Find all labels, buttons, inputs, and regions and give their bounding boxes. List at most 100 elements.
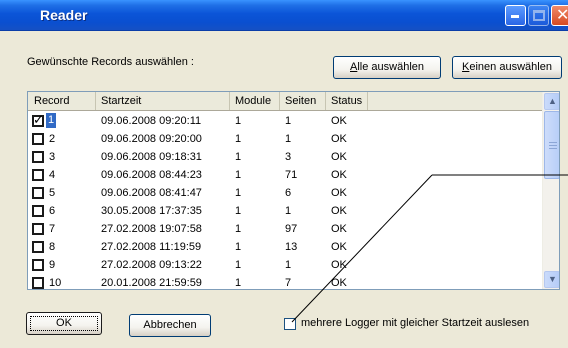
scroll-up-button[interactable]: ▲ <box>544 93 559 110</box>
row-checkbox[interactable] <box>32 241 44 253</box>
cell-status: OK <box>331 223 347 235</box>
cell-record: 3 <box>49 151 56 163</box>
minimize-button[interactable] <box>505 5 526 26</box>
cell-startzeit: 27.02.2008 11:19:59 <box>101 241 202 253</box>
row-checkbox[interactable] <box>32 277 44 289</box>
cell-seiten: 7 <box>285 277 292 289</box>
scroll-thumb[interactable] <box>544 111 559 179</box>
ok-button[interactable]: OK <box>26 312 102 335</box>
cell-module: 1 <box>235 277 242 289</box>
cell-seiten: 1 <box>285 259 292 271</box>
table-row[interactable]: 8 27.02.2008 11:19:59 1 13 OK <box>28 238 543 257</box>
cell-status: OK <box>331 115 347 127</box>
table-row[interactable]: 5 09.06.2008 08:41:47 1 6 OK <box>28 184 543 203</box>
cell-startzeit: 27.02.2008 09:13:22 <box>101 259 202 271</box>
cell-module: 1 <box>235 115 242 127</box>
maximize-button <box>528 5 549 26</box>
close-icon: ✕ <box>556 7 568 24</box>
cell-startzeit: 09.06.2008 09:20:11 <box>101 115 202 127</box>
cell-status: OK <box>331 259 347 271</box>
cell-status: OK <box>331 205 347 217</box>
checkmark-icon: ✓ <box>33 112 44 127</box>
column-header-seiten[interactable]: Seiten <box>280 92 326 110</box>
cell-record: 5 <box>49 187 56 199</box>
cell-record: 8 <box>49 241 56 253</box>
row-checkbox[interactable] <box>32 151 44 163</box>
window-title: Reader <box>40 7 88 23</box>
records-list[interactable]: Record Startzeit Module Seiten Status ✓ 1… <box>27 91 560 290</box>
select-none-label: einen auswählen <box>469 61 552 73</box>
select-all-label: lle auswählen <box>357 61 424 73</box>
cell-seiten: 97 <box>285 223 298 235</box>
cancel-label: Abbrechen <box>143 319 197 331</box>
table-row[interactable]: 2 09.06.2008 09:20:00 1 1 OK <box>28 130 543 149</box>
chevron-down-icon: ▼ <box>548 274 557 284</box>
table-row[interactable]: 7 27.02.2008 19:07:58 1 97 OK <box>28 220 543 239</box>
cell-status: OK <box>331 277 347 289</box>
cell-startzeit: 20.01.2008 21:59:59 <box>101 277 202 289</box>
chevron-up-icon: ▲ <box>548 96 557 106</box>
thumb-grip <box>549 142 557 143</box>
row-checkbox[interactable] <box>32 169 44 181</box>
cell-startzeit: 09.06.2008 09:18:31 <box>101 151 202 163</box>
column-header-record[interactable]: Record <box>28 92 96 110</box>
column-header-startzeit[interactable]: Startzeit <box>96 92 230 110</box>
cell-record: 10 <box>49 277 62 289</box>
cell-module: 1 <box>235 169 242 181</box>
table-row[interactable]: 6 30.05.2008 17:37:35 1 1 OK <box>28 202 543 221</box>
row-checkbox[interactable] <box>32 187 44 199</box>
cell-startzeit: 09.06.2008 09:20:00 <box>101 133 202 145</box>
cell-startzeit: 09.06.2008 08:41:47 <box>101 187 202 199</box>
thumb-grip <box>549 145 557 146</box>
cell-record: 7 <box>49 223 56 235</box>
table-row[interactable]: 10 20.01.2008 21:59:59 1 7 OK <box>28 274 543 289</box>
minimize-icon <box>511 15 519 18</box>
cell-startzeit: 27.02.2008 19:07:58 <box>101 223 202 235</box>
cell-startzeit: 09.06.2008 08:44:23 <box>101 169 202 181</box>
column-header-module[interactable]: Module <box>230 92 280 110</box>
table-row[interactable]: 4 09.06.2008 08:44:23 1 71 OK <box>28 166 543 185</box>
cell-record: 2 <box>49 133 56 145</box>
multi-logger-label[interactable]: mehrere Logger mit gleicher Startzeit au… <box>301 317 529 329</box>
cell-module: 1 <box>235 205 242 217</box>
table-row[interactable]: ✓ 1 09.06.2008 09:20:11 1 1 OK <box>28 112 543 131</box>
cell-status: OK <box>331 241 347 253</box>
cell-record: 1 <box>46 113 57 128</box>
cell-status: OK <box>331 169 347 181</box>
cancel-button[interactable]: Abbrechen <box>129 314 211 337</box>
cell-module: 1 <box>235 187 242 199</box>
thumb-grip <box>549 148 557 149</box>
cell-module: 1 <box>235 133 242 145</box>
column-header-status[interactable]: Status <box>326 92 368 110</box>
table-row[interactable]: 9 27.02.2008 09:13:22 1 1 OK <box>28 256 543 275</box>
cell-seiten: 1 <box>285 115 292 127</box>
vertical-scrollbar[interactable]: ▲ ▼ <box>542 92 559 289</box>
cell-module: 1 <box>235 151 242 163</box>
title-bar[interactable]: Reader ✕ <box>0 0 568 31</box>
cell-record: 6 <box>49 205 56 217</box>
cell-status: OK <box>331 187 347 199</box>
row-checkbox[interactable] <box>32 205 44 217</box>
cell-seiten: 71 <box>285 169 298 181</box>
cell-record: 9 <box>49 259 56 271</box>
select-none-button[interactable]: Keinen auswählen <box>452 56 562 79</box>
table-row[interactable]: 3 09.06.2008 09:18:31 1 3 OK <box>28 148 543 167</box>
cell-module: 1 <box>235 259 242 271</box>
row-checkbox[interactable] <box>32 259 44 271</box>
scroll-down-button[interactable]: ▼ <box>544 271 559 288</box>
focus-rect <box>30 316 98 331</box>
row-checkbox[interactable] <box>32 133 44 145</box>
cell-startzeit: 30.05.2008 17:37:35 <box>101 205 202 217</box>
row-checkbox[interactable]: ✓ <box>32 112 44 127</box>
maximize-icon <box>533 10 545 21</box>
row-checkbox[interactable] <box>32 223 44 235</box>
select-all-button[interactable]: Alle auswählen <box>333 56 441 79</box>
cell-record: 4 <box>49 169 56 181</box>
cell-seiten: 13 <box>285 241 298 253</box>
cell-seiten: 1 <box>285 133 292 145</box>
cell-seiten: 3 <box>285 151 292 163</box>
cell-status: OK <box>331 151 347 163</box>
multi-logger-checkbox[interactable] <box>284 318 296 330</box>
close-button[interactable]: ✕ <box>551 5 568 26</box>
cell-status: OK <box>331 133 347 145</box>
